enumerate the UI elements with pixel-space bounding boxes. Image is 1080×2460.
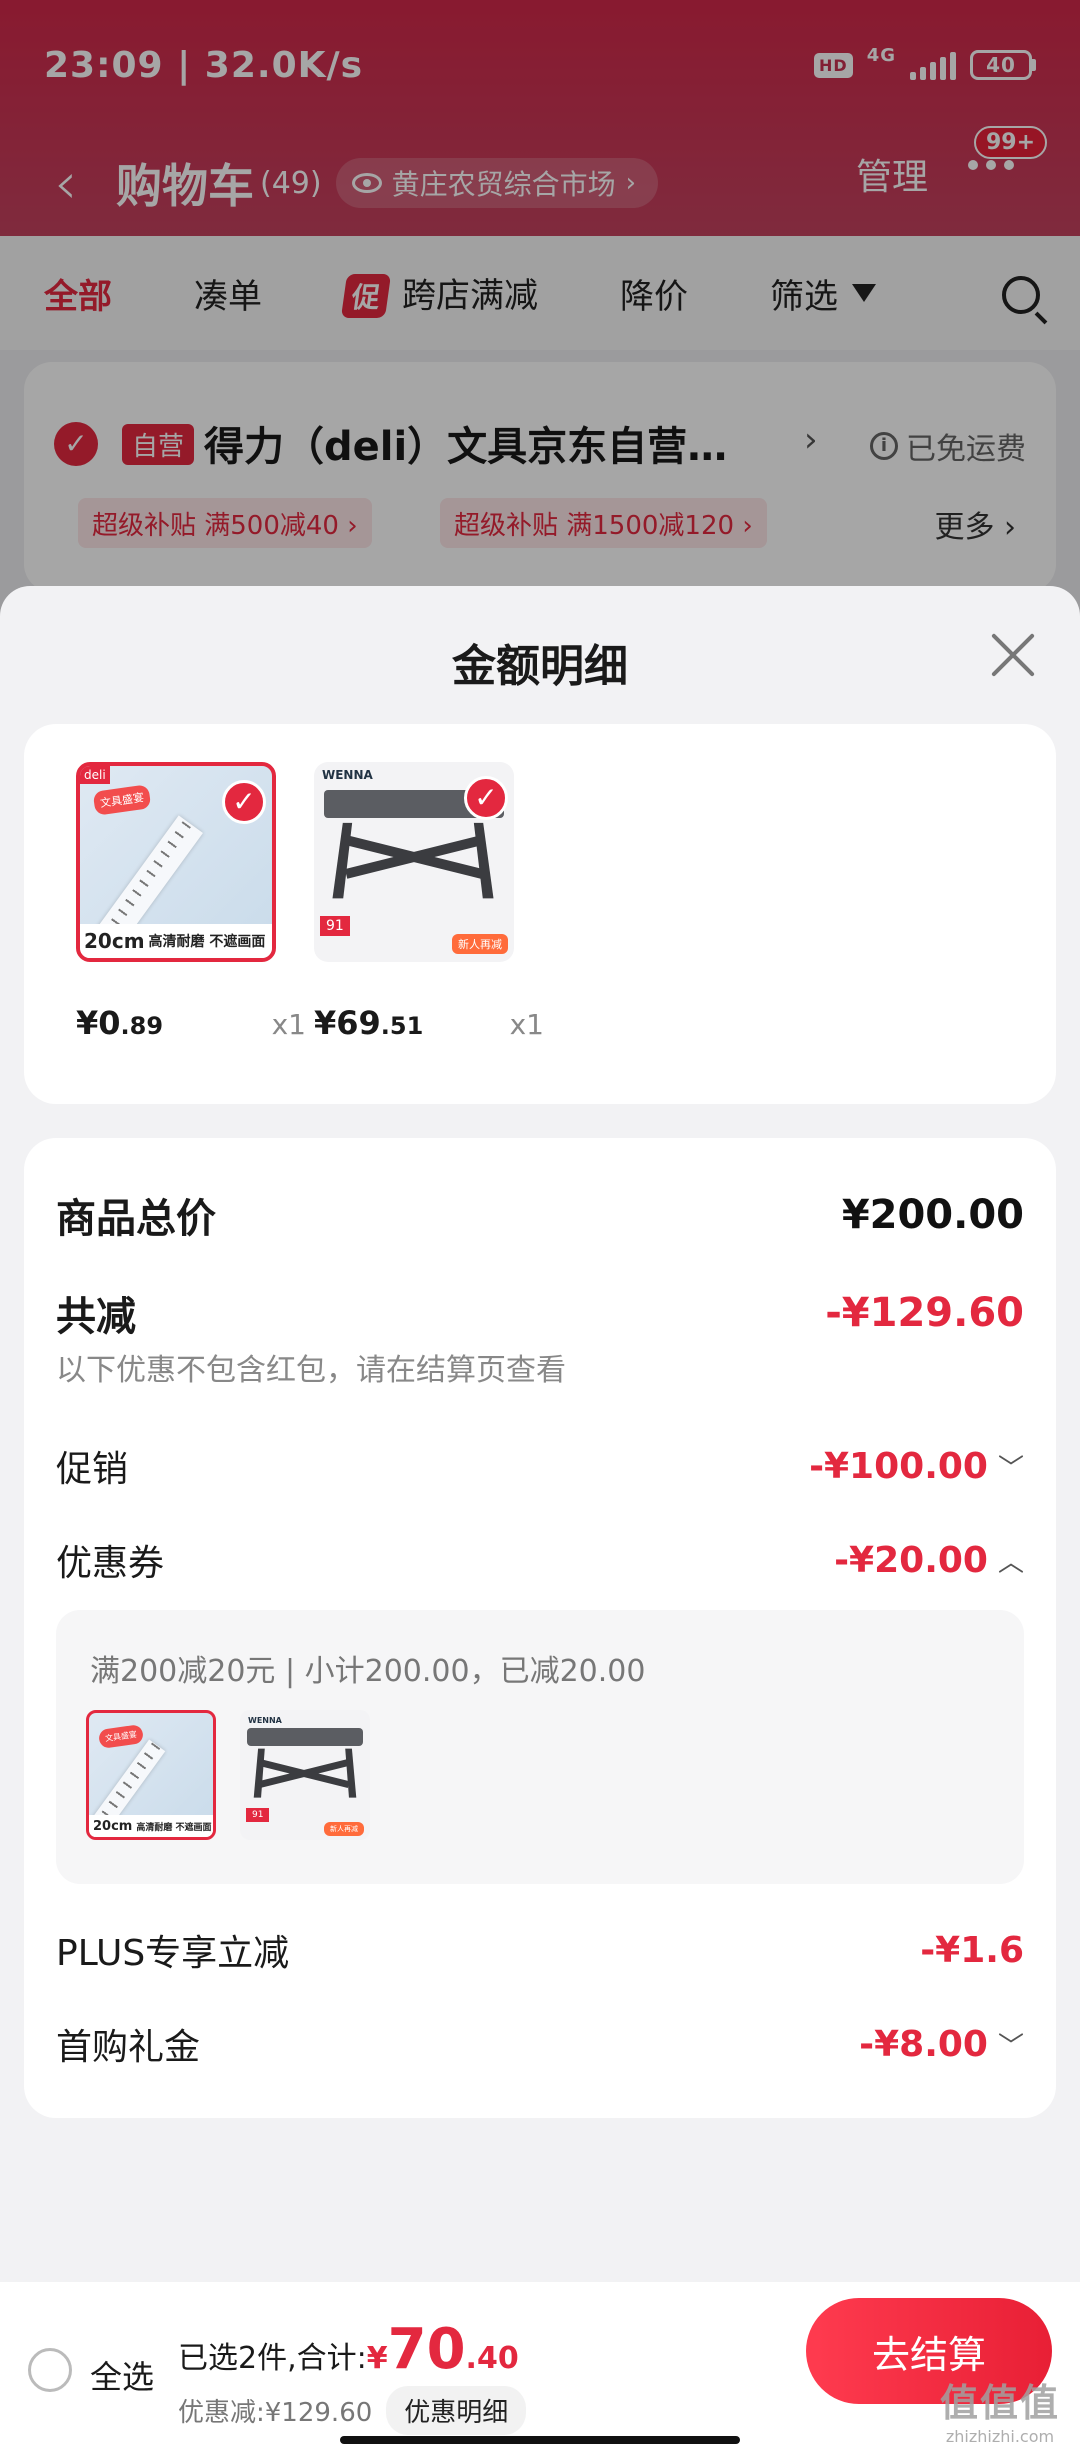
brand-logo: deli xyxy=(80,766,110,784)
folding-bed-product-image: WENNA 91 新人再减 ✓ xyxy=(314,762,514,962)
first-purchase-gift-value: -¥8.00 ﹀ xyxy=(859,2023,1024,2065)
selected-count-text: 已选2件,合计: xyxy=(178,2341,367,2376)
coupon-row[interactable]: 优惠券 -¥20.00 ︿ xyxy=(56,1534,1024,1586)
promotion-label: 促销 xyxy=(56,1449,129,1490)
plus-discount-label: PLUS专享立减 xyxy=(56,1933,290,1974)
chevron-up-icon: ︿ xyxy=(997,1547,1024,1578)
total-price-row: 商品总价 ¥200.00 xyxy=(56,1186,1024,1244)
select-all-label[interactable]: 全选 xyxy=(90,2352,154,2398)
coupon-detail-box: 满200减20元 | 小计200.00，已减20.00 文具盛宴 20cm 高清耐… xyxy=(56,1610,1024,1884)
total-reduction-label: 共减 xyxy=(56,1294,136,1340)
promo-sticker: 文具盛宴 xyxy=(92,784,152,816)
plus-discount-value: -¥1.6 xyxy=(920,1929,1024,1971)
total-price-label: 商品总价 xyxy=(56,1196,216,1242)
plus-discount-row: PLUS专享立减 -¥1.6 xyxy=(56,1924,1024,1976)
product-item[interactable]: WENNA 91 新人再减 ✓ ¥69.51 x1 xyxy=(314,762,544,1042)
folding-bed-thumbnail: WENNA 91 新人再减 xyxy=(240,1710,370,1840)
coupon-label: 优惠券 xyxy=(56,1543,165,1584)
checkout-bar: 全选 已选2件,合计: ¥ 70 .40 优惠减:¥129.60 优惠明细 去结… xyxy=(0,2282,1080,2460)
total-reduction-value: -¥129.60 xyxy=(825,1290,1024,1336)
coupon-detail-text: 满200减20元 | 小计200.00，已减20.00 xyxy=(90,1654,646,1689)
total-amount-integer: 70 xyxy=(387,2317,466,2382)
first-purchase-gift-label: 首购礼金 xyxy=(56,2027,201,2068)
home-indicator[interactable] xyxy=(340,2436,740,2444)
select-all-checkbox[interactable] xyxy=(28,2348,72,2392)
product-quantity: x1 xyxy=(271,1008,306,1041)
image-price-tag: 91 xyxy=(320,916,350,936)
close-icon[interactable] xyxy=(990,632,1036,678)
product-price-row: ¥0.89 x1 xyxy=(76,1004,306,1042)
red-packet-note: 以下优惠不包含红包，请在结算页查看 xyxy=(56,1353,566,1388)
currency-symbol: ¥ xyxy=(366,2341,388,2376)
discount-amount: 优惠减:¥129.60 xyxy=(178,2398,373,2428)
discount-details-button[interactable]: 优惠明细 xyxy=(386,2386,527,2435)
product-price: ¥69.51 xyxy=(314,1004,424,1042)
coupon-value: -¥20.00 ︿ xyxy=(834,1539,1024,1581)
watermark: 值值值 zhizhizhi.com xyxy=(930,2372,1070,2446)
chevron-down-icon: ﹀ xyxy=(997,2031,1024,2062)
image-new-user-tag: 新人再减 xyxy=(452,934,508,954)
promotion-value: -¥100.00 ﹀ xyxy=(809,1445,1024,1487)
selected-total: 已选2件,合计: ¥ 70 .40 xyxy=(178,2322,519,2378)
ruler-product-image: deli 文具盛宴 20cm 高清耐磨 不遮画面 ✓ xyxy=(76,762,276,962)
price-breakdown-card: 商品总价 ¥200.00 共减 -¥129.60 以下优惠不包含红包，请在结算页… xyxy=(24,1138,1056,2118)
total-reduction-row: 共减 -¥129.60 xyxy=(56,1284,1024,1342)
watermark-text: 值值值 xyxy=(939,2381,1060,2425)
checked-icon: ✓ xyxy=(464,776,508,820)
sheet-title: 金额明细 xyxy=(452,641,628,692)
chevron-down-icon: ﹀ xyxy=(997,1453,1024,1484)
total-amount-decimal: .40 xyxy=(465,2341,519,2376)
selected-products-card: deli 文具盛宴 20cm 高清耐磨 不遮画面 ✓ ¥0.89 x1 WENNA… xyxy=(24,724,1056,1104)
total-price-value: ¥200.00 xyxy=(841,1192,1024,1238)
product-price-row: ¥69.51 x1 xyxy=(314,1004,544,1042)
discount-summary: 优惠减:¥129.60 优惠明细 xyxy=(178,2386,527,2435)
brand-logo: WENNA xyxy=(322,768,373,782)
product-quantity: x1 xyxy=(509,1008,544,1041)
product-price: ¥0.89 xyxy=(76,1004,164,1042)
product-item[interactable]: deli 文具盛宴 20cm 高清耐磨 不遮画面 ✓ ¥0.89 x1 xyxy=(76,762,306,1042)
checked-icon: ✓ xyxy=(222,780,266,824)
image-caption: 20cm 高清耐磨 不遮画面 xyxy=(80,924,272,958)
ruler-thumbnail: 文具盛宴 20cm 高清耐磨 不遮画面 xyxy=(86,1710,216,1840)
amount-detail-sheet: 金额明细 deli 文具盛宴 20cm 高清耐磨 不遮画面 ✓ ¥0.89 x1 … xyxy=(0,586,1080,2460)
first-purchase-gift-row[interactable]: 首购礼金 -¥8.00 ﹀ xyxy=(56,2018,1024,2070)
watermark-url: zhizhizhi.com xyxy=(945,2427,1055,2446)
promotion-row[interactable]: 促销 -¥100.00 ﹀ xyxy=(56,1440,1024,1492)
